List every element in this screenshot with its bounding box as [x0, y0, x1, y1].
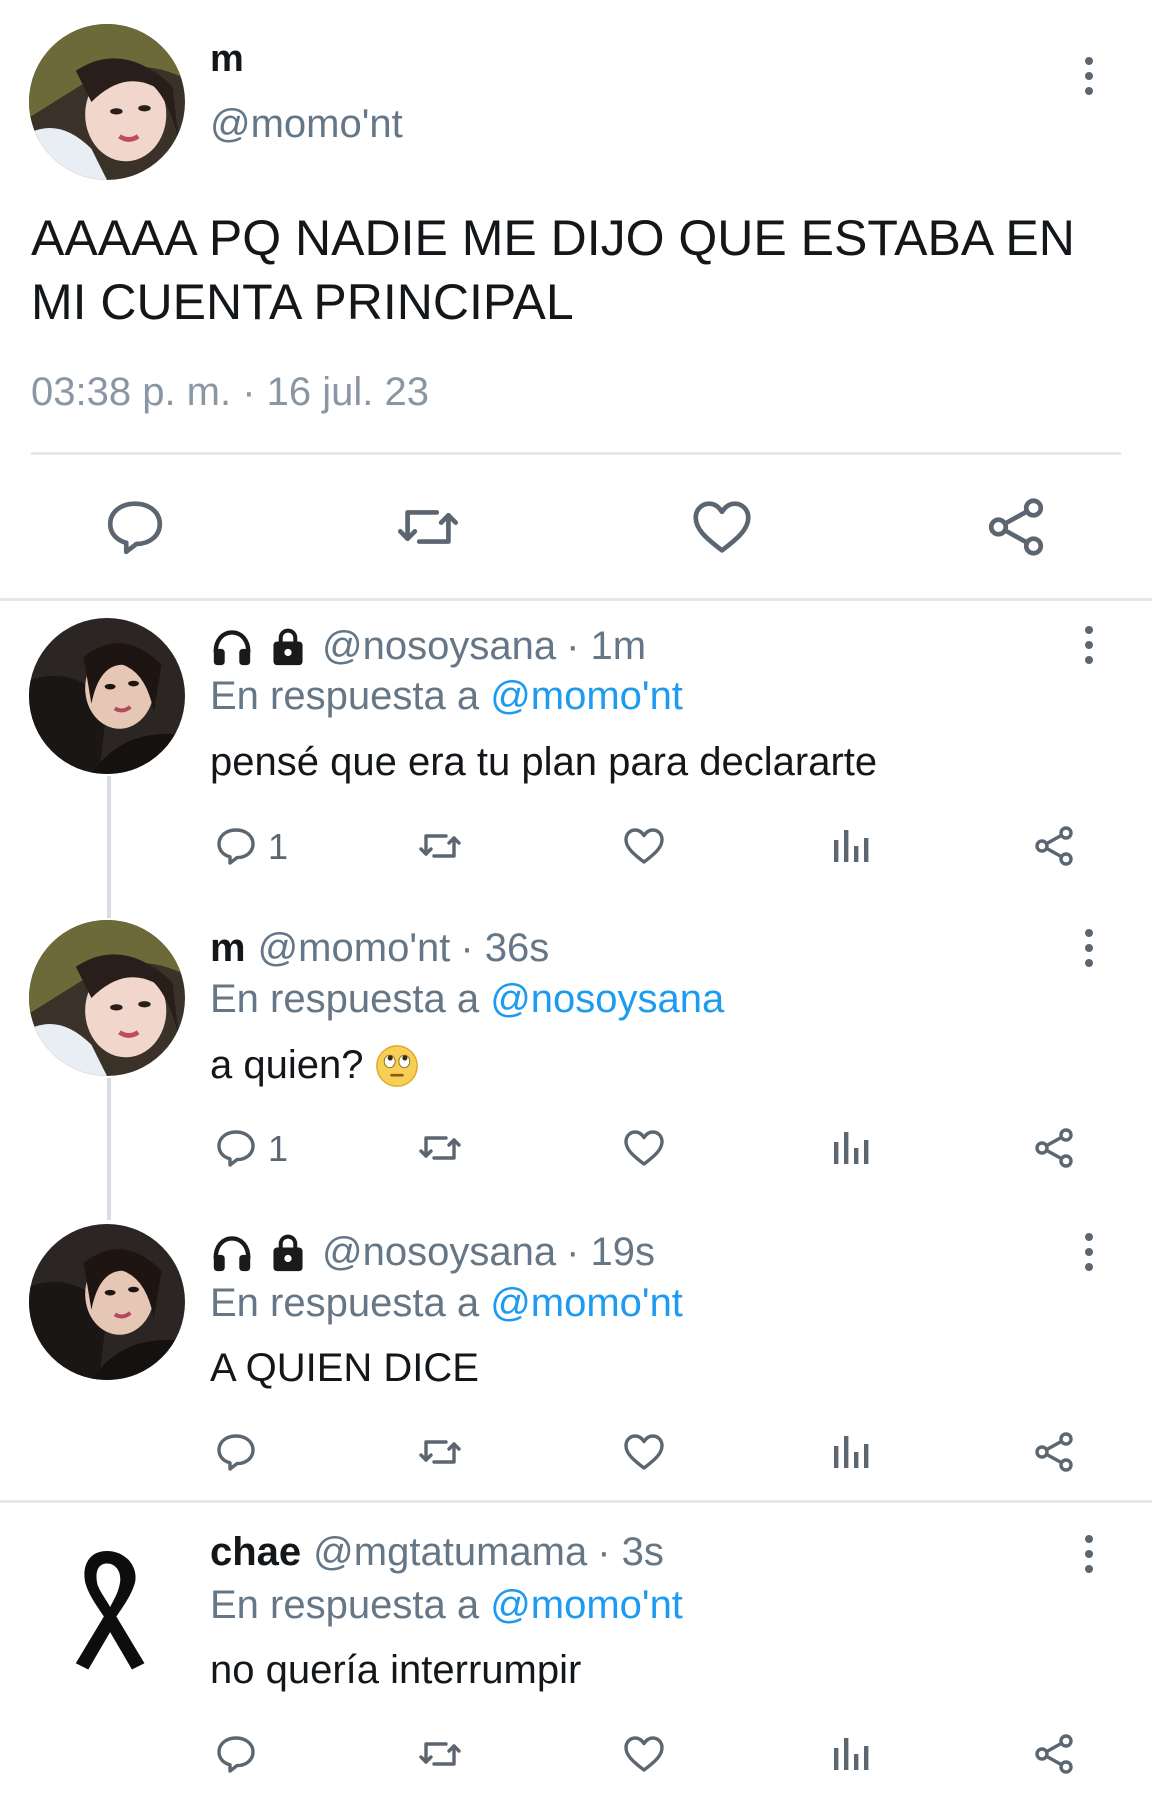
analytics-icon[interactable] [826, 822, 874, 870]
analytics-icon[interactable] [826, 1428, 874, 1476]
reply-text-content: pensé que era tu plan para declararte [210, 740, 878, 784]
more-options-icon[interactable] [1074, 54, 1104, 98]
reply-handle[interactable]: @momo'nt [258, 926, 451, 971]
avatar[interactable] [29, 920, 185, 1076]
reply-time: · 36s [460, 926, 550, 970]
retweet-icon[interactable] [393, 492, 463, 562]
reply-count: 1 [268, 826, 289, 867]
tweet-text: AAAAA PQ NADIE ME DIJO QUE ESTABA EN MI … [31, 210, 1075, 330]
thread-line [107, 776, 111, 918]
share-icon[interactable] [1030, 1730, 1078, 1778]
retweet-icon[interactable] [416, 1124, 464, 1172]
reply-time: · 1m [566, 624, 647, 668]
like-icon[interactable] [620, 1124, 668, 1172]
retweet-icon[interactable] [416, 1730, 464, 1778]
tweet-timestamp: 03:38 p. m. · 16 jul. 23 [31, 370, 430, 414]
avatar[interactable] [29, 1224, 185, 1380]
divider [31, 452, 1121, 455]
headphones-icon [210, 1233, 254, 1273]
reply-context: En respuesta a @nosoysana [210, 977, 724, 1022]
reply-text-content: A QUIEN DICE [210, 1346, 479, 1390]
reply-text-content: no quería interrumpir [210, 1648, 582, 1692]
mention-link[interactable]: @nosoysana [490, 977, 724, 1021]
reply-icon[interactable] [212, 822, 260, 870]
reply-text: a quien? [210, 1043, 419, 1088]
more-options-icon[interactable] [1074, 1230, 1104, 1274]
reply-text: A QUIEN DICE [210, 1346, 479, 1391]
author-name[interactable]: m [210, 38, 244, 81]
reply-icon[interactable] [212, 1124, 260, 1172]
thread-line [107, 1078, 111, 1220]
lock-icon [266, 627, 310, 667]
reply-context: En respuesta a @momo'nt [210, 674, 683, 719]
like-icon[interactable] [687, 492, 757, 562]
reply-count: 1 [268, 1128, 289, 1169]
like-icon[interactable] [620, 822, 668, 870]
like-icon[interactable] [620, 1428, 668, 1476]
divider [0, 1500, 1152, 1503]
more-options-icon[interactable] [1074, 623, 1104, 667]
reply-header: @nosoysana · 19s [210, 1230, 655, 1275]
more-options-icon[interactable] [1074, 926, 1104, 970]
share-icon[interactable] [1030, 1124, 1078, 1172]
ribbon-icon [29, 1526, 185, 1682]
divider [0, 598, 1152, 601]
reply-header: chae @mgtatumama · 3s [210, 1530, 664, 1575]
reply-context: En respuesta a @momo'nt [210, 1281, 683, 1326]
reply-prefix: En respuesta a [210, 977, 480, 1021]
reply-prefix: En respuesta a [210, 1281, 480, 1325]
headphones-icon [210, 627, 254, 667]
reply-context: En respuesta a @momo'nt [210, 1583, 683, 1628]
reply-time: · 3s [597, 1530, 664, 1574]
reply-text: pensé que era tu plan para declararte [210, 740, 877, 785]
author-handle[interactable]: @momo'nt [210, 102, 403, 147]
reply-icon[interactable] [100, 492, 170, 562]
analytics-icon[interactable] [826, 1730, 874, 1778]
rolling-eyes-emoji-icon [375, 1044, 419, 1088]
retweet-icon[interactable] [416, 822, 464, 870]
reply-header: @nosoysana · 1m [210, 624, 646, 669]
share-icon[interactable] [1030, 822, 1078, 870]
avatar[interactable] [29, 24, 185, 180]
reply-icon[interactable] [212, 1428, 260, 1476]
analytics-icon[interactable] [826, 1124, 874, 1172]
more-options-icon[interactable] [1074, 1532, 1104, 1576]
avatar[interactable] [29, 618, 185, 774]
reply-text: no quería interrumpir [210, 1648, 581, 1693]
reply-prefix: En respuesta a [210, 674, 480, 718]
reply-handle[interactable]: @nosoysana [322, 1230, 556, 1275]
reply-prefix: En respuesta a [210, 1583, 480, 1627]
reply-handle[interactable]: @nosoysana [322, 624, 556, 669]
share-icon[interactable] [981, 492, 1051, 562]
mention-link[interactable]: @momo'nt [490, 674, 683, 718]
lock-icon [266, 1233, 310, 1273]
share-icon[interactable] [1030, 1428, 1078, 1476]
reply-icon[interactable] [212, 1730, 260, 1778]
mention-link[interactable]: @momo'nt [490, 1583, 683, 1627]
like-icon[interactable] [620, 1730, 668, 1778]
mention-link[interactable]: @momo'nt [490, 1281, 683, 1325]
retweet-icon[interactable] [416, 1428, 464, 1476]
reply-handle[interactable]: @mgtatumama [313, 1530, 587, 1575]
reply-text-content: a quien? [210, 1043, 364, 1087]
reply-author-name[interactable]: m [210, 926, 246, 971]
avatar[interactable] [29, 1526, 185, 1682]
reply-header: m @momo'nt · 36s [210, 926, 549, 971]
reply-author-name[interactable]: chae [210, 1530, 301, 1575]
reply-time: · 19s [566, 1230, 656, 1274]
